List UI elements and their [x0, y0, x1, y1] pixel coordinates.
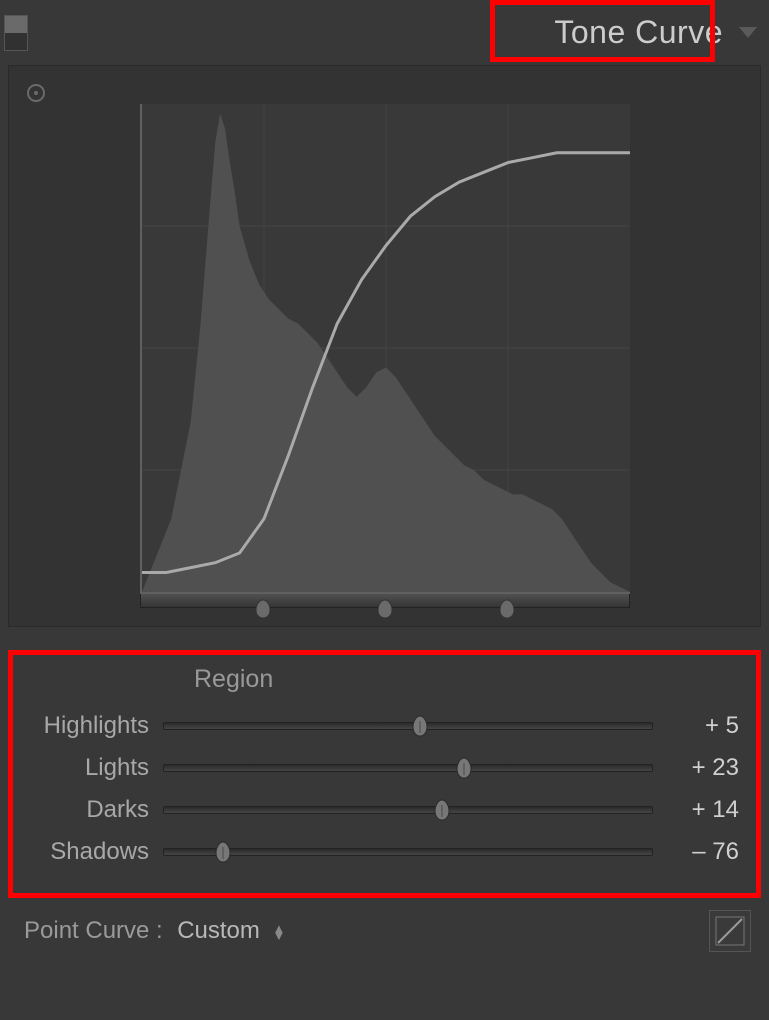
region-handle-lights-highlights[interactable] — [497, 598, 517, 620]
updown-icon: ▲▼ — [273, 925, 286, 939]
point-curve-row: Point Curve : Custom ▲▼ — [0, 910, 769, 952]
darks-slider-thumb[interactable] — [431, 798, 453, 822]
region-sliders-section: Region Highlights + 5 Lights + 23 Darks — [8, 665, 761, 866]
region-handle-darks-lights[interactable] — [375, 598, 395, 620]
shadows-slider[interactable] — [163, 848, 653, 856]
slider-row-lights: Lights + 23 — [8, 754, 761, 782]
highlights-label[interactable]: Highlights — [8, 712, 163, 740]
tone-curve-panel: Tone Curve — [0, 0, 769, 1020]
point-curve-edit-button[interactable] — [709, 910, 751, 952]
darks-value[interactable]: + 14 — [671, 796, 739, 824]
curve-container — [8, 65, 761, 627]
lights-label[interactable]: Lights — [8, 754, 163, 782]
highlights-slider-thumb[interactable] — [409, 714, 431, 738]
darks-slider[interactable] — [163, 806, 653, 814]
point-curve-selected: Custom — [177, 917, 260, 944]
lights-slider-thumb[interactable] — [453, 756, 475, 780]
highlights-value[interactable]: + 5 — [671, 712, 739, 740]
panel-switch-toggle[interactable] — [4, 15, 28, 51]
diagonal-curve-icon — [714, 915, 746, 947]
collapse-icon[interactable] — [739, 27, 757, 38]
lights-slider[interactable] — [163, 764, 653, 772]
slider-row-highlights: Highlights + 5 — [8, 712, 761, 740]
header-right-group: Tone Curve — [554, 14, 757, 51]
region-handle-shadows-darks[interactable] — [253, 598, 273, 620]
shadows-slider-thumb[interactable] — [212, 840, 234, 864]
slider-row-shadows: Shadows – 76 — [8, 838, 761, 866]
targeted-adjustment-icon[interactable] — [27, 84, 45, 102]
shadows-value[interactable]: – 76 — [671, 838, 739, 866]
region-split-bar[interactable] — [140, 594, 630, 608]
lights-value[interactable]: + 23 — [671, 754, 739, 782]
region-section-label: Region — [8, 665, 761, 694]
tone-curve-svg — [142, 104, 630, 592]
shadows-label[interactable]: Shadows — [8, 838, 163, 866]
highlights-slider[interactable] — [163, 722, 653, 730]
darks-label[interactable]: Darks — [8, 796, 163, 824]
panel-title[interactable]: Tone Curve — [554, 14, 723, 51]
panel-header: Tone Curve — [0, 0, 769, 65]
point-curve-dropdown[interactable]: Custom ▲▼ — [177, 917, 285, 944]
point-curve-label: Point Curve : — [24, 917, 163, 944]
slider-row-darks: Darks + 14 — [8, 796, 761, 824]
point-curve-group: Point Curve : Custom ▲▼ — [24, 917, 285, 945]
tone-curve-canvas[interactable] — [140, 104, 630, 594]
